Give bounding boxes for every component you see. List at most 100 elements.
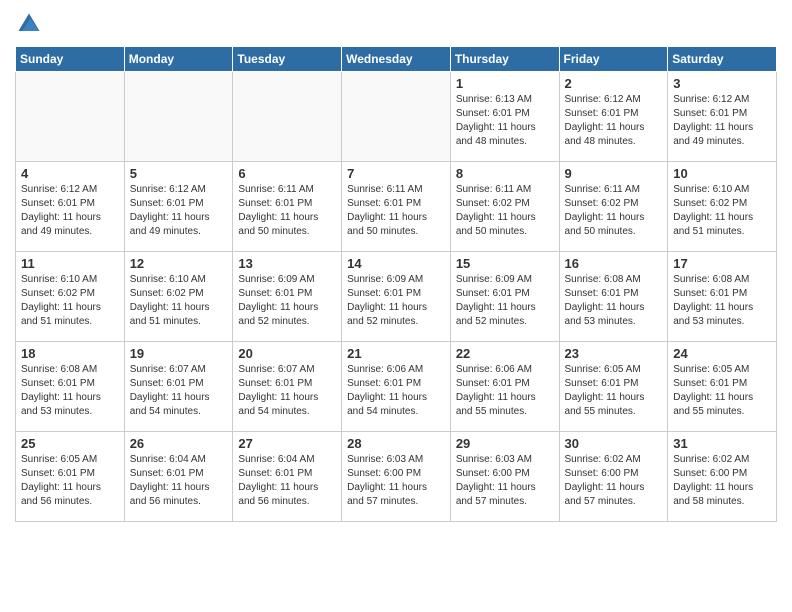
- logo: [15, 10, 43, 38]
- day-info: Sunrise: 6:11 AMSunset: 6:01 PMDaylight:…: [238, 183, 336, 239]
- day-number: 31: [673, 436, 771, 451]
- calendar-header: SundayMondayTuesdayWednesdayThursdayFrid…: [16, 47, 777, 72]
- calendar-body: 1 Sunrise: 6:13 AMSunset: 6:01 PMDaylight…: [16, 72, 777, 522]
- day-number: 22: [456, 346, 554, 361]
- day-info: Sunrise: 6:05 AMSunset: 6:01 PMDaylight:…: [565, 363, 663, 419]
- day-info: Sunrise: 6:12 AMSunset: 6:01 PMDaylight:…: [565, 93, 663, 149]
- day-number: 10: [673, 166, 771, 181]
- day-info: Sunrise: 6:12 AMSunset: 6:01 PMDaylight:…: [21, 183, 119, 239]
- day-number: 18: [21, 346, 119, 361]
- calendar-table: SundayMondayTuesdayWednesdayThursdayFrid…: [15, 46, 777, 522]
- day-info: Sunrise: 6:10 AMSunset: 6:02 PMDaylight:…: [21, 273, 119, 329]
- day-info: Sunrise: 6:05 AMSunset: 6:01 PMDaylight:…: [21, 453, 119, 509]
- day-number: 3: [673, 76, 771, 91]
- calendar-cell: 30 Sunrise: 6:02 AMSunset: 6:00 PMDayligh…: [559, 432, 668, 522]
- day-number: 30: [565, 436, 663, 451]
- day-info: Sunrise: 6:09 AMSunset: 6:01 PMDaylight:…: [238, 273, 336, 329]
- day-number: 2: [565, 76, 663, 91]
- day-info: Sunrise: 6:10 AMSunset: 6:02 PMDaylight:…: [673, 183, 771, 239]
- day-number: 12: [130, 256, 228, 271]
- calendar-cell: 18 Sunrise: 6:08 AMSunset: 6:01 PMDayligh…: [16, 342, 125, 432]
- day-info: Sunrise: 6:12 AMSunset: 6:01 PMDaylight:…: [130, 183, 228, 239]
- calendar-cell: 24 Sunrise: 6:05 AMSunset: 6:01 PMDayligh…: [668, 342, 777, 432]
- page-header: [15, 10, 777, 38]
- day-header-wednesday: Wednesday: [342, 47, 451, 72]
- day-number: 21: [347, 346, 445, 361]
- calendar-cell: 26 Sunrise: 6:04 AMSunset: 6:01 PMDayligh…: [124, 432, 233, 522]
- day-number: 29: [456, 436, 554, 451]
- day-header-saturday: Saturday: [668, 47, 777, 72]
- calendar-cell: 15 Sunrise: 6:09 AMSunset: 6:01 PMDayligh…: [450, 252, 559, 342]
- day-number: 15: [456, 256, 554, 271]
- day-info: Sunrise: 6:13 AMSunset: 6:01 PMDaylight:…: [456, 93, 554, 149]
- calendar-cell: 11 Sunrise: 6:10 AMSunset: 6:02 PMDayligh…: [16, 252, 125, 342]
- day-number: 28: [347, 436, 445, 451]
- week-row-4: 18 Sunrise: 6:08 AMSunset: 6:01 PMDayligh…: [16, 342, 777, 432]
- day-info: Sunrise: 6:04 AMSunset: 6:01 PMDaylight:…: [130, 453, 228, 509]
- calendar-cell: 19 Sunrise: 6:07 AMSunset: 6:01 PMDayligh…: [124, 342, 233, 432]
- day-number: 4: [21, 166, 119, 181]
- day-info: Sunrise: 6:03 AMSunset: 6:00 PMDaylight:…: [456, 453, 554, 509]
- day-info: Sunrise: 6:08 AMSunset: 6:01 PMDaylight:…: [565, 273, 663, 329]
- day-header-friday: Friday: [559, 47, 668, 72]
- day-header-tuesday: Tuesday: [233, 47, 342, 72]
- day-number: 13: [238, 256, 336, 271]
- calendar-cell: 14Sunrise: 6:09 AMSunset: 6:01 PMDayligh…: [342, 252, 451, 342]
- day-number: 9: [565, 166, 663, 181]
- day-info: Sunrise: 6:12 AMSunset: 6:01 PMDaylight:…: [673, 93, 771, 149]
- day-number: 26: [130, 436, 228, 451]
- calendar-cell: 8 Sunrise: 6:11 AMSunset: 6:02 PMDaylight…: [450, 162, 559, 252]
- day-number: 25: [21, 436, 119, 451]
- day-number: 1: [456, 76, 554, 91]
- week-row-3: 11 Sunrise: 6:10 AMSunset: 6:02 PMDayligh…: [16, 252, 777, 342]
- calendar-cell: 7Sunrise: 6:11 AMSunset: 6:01 PMDaylight…: [342, 162, 451, 252]
- calendar-cell: 6 Sunrise: 6:11 AMSunset: 6:01 PMDaylight…: [233, 162, 342, 252]
- calendar-cell: [342, 72, 451, 162]
- calendar-cell: [124, 72, 233, 162]
- calendar-cell: 21 Sunrise: 6:06 AMSunset: 6:01 PMDayligh…: [342, 342, 451, 432]
- calendar-cell: 22 Sunrise: 6:06 AMSunset: 6:01 PMDayligh…: [450, 342, 559, 432]
- calendar-cell: 4 Sunrise: 6:12 AMSunset: 6:01 PMDaylight…: [16, 162, 125, 252]
- day-info: Sunrise: 6:11 AMSunset: 6:01 PMDaylight:…: [347, 183, 445, 239]
- calendar-cell: 17Sunrise: 6:08 AMSunset: 6:01 PMDayligh…: [668, 252, 777, 342]
- day-info: Sunrise: 6:10 AMSunset: 6:02 PMDaylight:…: [130, 273, 228, 329]
- calendar-cell: 5 Sunrise: 6:12 AMSunset: 6:01 PMDaylight…: [124, 162, 233, 252]
- day-info: Sunrise: 6:08 AMSunset: 6:01 PMDaylight:…: [673, 273, 771, 329]
- day-number: 20: [238, 346, 336, 361]
- calendar-cell: 3 Sunrise: 6:12 AMSunset: 6:01 PMDaylight…: [668, 72, 777, 162]
- day-info: Sunrise: 6:08 AMSunset: 6:01 PMDaylight:…: [21, 363, 119, 419]
- day-header-thursday: Thursday: [450, 47, 559, 72]
- day-number: 11: [21, 256, 119, 271]
- calendar-cell: [233, 72, 342, 162]
- day-number: 8: [456, 166, 554, 181]
- day-info: Sunrise: 6:11 AMSunset: 6:02 PMDaylight:…: [565, 183, 663, 239]
- logo-icon: [15, 10, 43, 38]
- day-info: Sunrise: 6:06 AMSunset: 6:01 PMDaylight:…: [347, 363, 445, 419]
- day-number: 6: [238, 166, 336, 181]
- calendar-cell: 2 Sunrise: 6:12 AMSunset: 6:01 PMDaylight…: [559, 72, 668, 162]
- day-info: Sunrise: 6:05 AMSunset: 6:01 PMDaylight:…: [673, 363, 771, 419]
- day-number: 19: [130, 346, 228, 361]
- calendar-cell: 12 Sunrise: 6:10 AMSunset: 6:02 PMDayligh…: [124, 252, 233, 342]
- day-headers-row: SundayMondayTuesdayWednesdayThursdayFrid…: [16, 47, 777, 72]
- day-number: 24: [673, 346, 771, 361]
- day-info: Sunrise: 6:02 AMSunset: 6:00 PMDaylight:…: [565, 453, 663, 509]
- day-number: 16: [565, 256, 663, 271]
- calendar-cell: 20Sunrise: 6:07 AMSunset: 6:01 PMDayligh…: [233, 342, 342, 432]
- calendar-cell: 23 Sunrise: 6:05 AMSunset: 6:01 PMDayligh…: [559, 342, 668, 432]
- day-info: Sunrise: 6:09 AMSunset: 6:01 PMDaylight:…: [456, 273, 554, 329]
- calendar-cell: 1 Sunrise: 6:13 AMSunset: 6:01 PMDaylight…: [450, 72, 559, 162]
- day-info: Sunrise: 6:11 AMSunset: 6:02 PMDaylight:…: [456, 183, 554, 239]
- day-info: Sunrise: 6:06 AMSunset: 6:01 PMDaylight:…: [456, 363, 554, 419]
- day-info: Sunrise: 6:03 AMSunset: 6:00 PMDaylight:…: [347, 453, 445, 509]
- day-number: 5: [130, 166, 228, 181]
- day-header-sunday: Sunday: [16, 47, 125, 72]
- calendar-cell: 13 Sunrise: 6:09 AMSunset: 6:01 PMDayligh…: [233, 252, 342, 342]
- week-row-1: 1 Sunrise: 6:13 AMSunset: 6:01 PMDaylight…: [16, 72, 777, 162]
- calendar-cell: 16 Sunrise: 6:08 AMSunset: 6:01 PMDayligh…: [559, 252, 668, 342]
- calendar-cell: [16, 72, 125, 162]
- day-number: 23: [565, 346, 663, 361]
- day-info: Sunrise: 6:07 AMSunset: 6:01 PMDaylight:…: [130, 363, 228, 419]
- calendar-cell: 10 Sunrise: 6:10 AMSunset: 6:02 PMDayligh…: [668, 162, 777, 252]
- calendar-cell: 9 Sunrise: 6:11 AMSunset: 6:02 PMDaylight…: [559, 162, 668, 252]
